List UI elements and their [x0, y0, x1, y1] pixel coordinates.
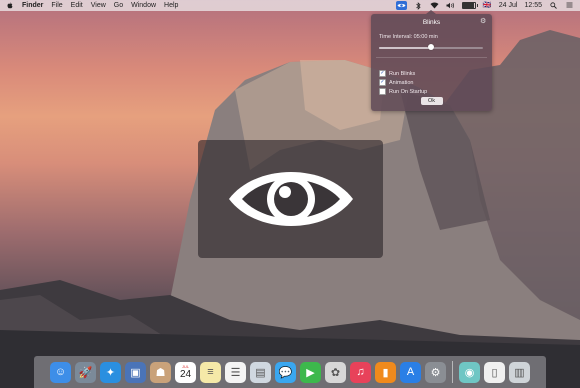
dock-photo[interactable]: ▣ — [125, 361, 146, 383]
dock-photos[interactable]: ✿ — [325, 361, 346, 383]
dock-app-store[interactable]: A — [400, 361, 421, 383]
dock-separator — [452, 361, 453, 383]
menu-help[interactable]: Help — [164, 2, 178, 9]
eye-icon: ◉ — [464, 366, 475, 379]
input-source-flag-icon[interactable]: 🇬🇧 — [483, 2, 492, 10]
run-blinks-checkbox[interactable]: ✓ Run Blinks — [379, 70, 415, 77]
run-blinks-label: Run Blinks — [389, 70, 416, 77]
photo-icon: ▣ — [130, 366, 141, 379]
menu-file[interactable]: File — [51, 2, 62, 9]
battery-level — [462, 3, 474, 8]
dock-calendar[interactable]: JUL 24 — [175, 361, 196, 383]
music-icon: ♫ — [356, 366, 365, 378]
dock-facetime[interactable]: ▶ — [300, 361, 321, 383]
preview-icon: ▤ — [255, 366, 266, 379]
menu-bar: Finder File Edit View Go Window Help 🇬🇧 … — [0, 0, 580, 11]
menu-go[interactable]: Go — [114, 2, 123, 9]
dock-trash[interactable]: ▥ — [509, 361, 530, 383]
dock-document[interactable]: ▯ — [484, 361, 505, 383]
compass-icon: ✦ — [105, 366, 116, 379]
menu-time[interactable]: 12:55 — [524, 2, 542, 9]
animation-checkbox[interactable]: ✓ Animation — [379, 79, 413, 86]
run-on-startup-checkbox[interactable]: Run On Startup — [379, 88, 427, 95]
trash-icon: ▥ — [514, 366, 525, 379]
menu-app-name[interactable]: Finder — [22, 2, 43, 9]
blinks-menu-eye-icon[interactable] — [395, 1, 407, 10]
document-icon: ▯ — [491, 366, 498, 379]
menu-view[interactable]: View — [91, 2, 106, 9]
spotlight-search-icon[interactable] — [549, 1, 558, 10]
dock: ☺ 🚀 ✦ ▣ ☗ JUL 24 ≡ ☰ ▤ 💬 ▶ ✿ ♫ ▮ A ⚙ ◉ ▯ ▥ — [34, 356, 546, 388]
time-interval-label: Time Interval: 05:00 min — [379, 34, 438, 40]
dock-contacts[interactable]: ☗ — [150, 361, 171, 383]
checkbox-box[interactable]: ✓ — [379, 79, 386, 86]
run-on-startup-label: Run On Startup — [389, 88, 428, 95]
messages-icon: 💬 — [278, 366, 293, 379]
dock-preview[interactable]: ▤ — [250, 361, 271, 383]
bluetooth-icon[interactable] — [414, 1, 423, 10]
menu-date[interactable]: 24 Jul — [499, 2, 518, 9]
finder-icon: ☺ — [54, 366, 67, 378]
dock-system-preferences[interactable]: ⚙ — [425, 361, 446, 383]
animation-label: Animation — [389, 79, 414, 86]
dock-launchpad[interactable]: 🚀 — [75, 361, 96, 383]
dock-safari[interactable]: ✦ — [100, 361, 121, 383]
checkbox-box[interactable] — [379, 88, 386, 95]
slider-thumb[interactable] — [428, 44, 434, 50]
calendar-day: 24 — [179, 369, 192, 380]
notes-icon: ≡ — [207, 366, 214, 378]
gear-icon: ⚙ — [430, 366, 441, 379]
checkmark-icon: ✓ — [380, 79, 385, 85]
settings-gear-icon[interactable]: ⚙ — [480, 18, 487, 25]
dock-ibooks[interactable]: ▮ — [375, 361, 396, 383]
dock-notes[interactable]: ≡ — [200, 361, 221, 383]
menu-window[interactable]: Window — [131, 2, 156, 9]
app-store-icon: A — [406, 366, 415, 378]
notification-center-icon[interactable] — [565, 2, 574, 10]
dock-messages[interactable]: 💬 — [275, 361, 296, 383]
popover-arrow — [426, 10, 436, 14]
blink-reminder-overlay — [198, 140, 383, 258]
dock-finder[interactable]: ☺ — [50, 361, 71, 383]
popover-title: Blinks — [422, 19, 441, 26]
facetime-icon: ▶ — [306, 366, 315, 379]
checkmark-icon: ✓ — [380, 70, 385, 76]
contacts-icon: ☗ — [155, 366, 166, 379]
checkbox-box[interactable]: ✓ — [379, 70, 386, 77]
reminders-icon: ☰ — [230, 366, 241, 379]
book-icon: ▮ — [382, 366, 389, 379]
dock-itunes[interactable]: ♫ — [350, 361, 371, 383]
popover-divider — [376, 57, 487, 58]
eye-icon — [228, 172, 353, 226]
slider-fill — [379, 47, 431, 49]
menu-edit[interactable]: Edit — [71, 2, 83, 9]
apple-icon[interactable] — [5, 2, 14, 10]
blinks-popover: Blinks ⚙ Time Interval: 05:00 min ✓ Run … — [371, 10, 492, 111]
dock-blinks[interactable]: ◉ — [459, 361, 480, 383]
battery-icon[interactable] — [461, 2, 478, 9]
ok-button[interactable]: Ok — [420, 97, 443, 105]
volume-icon[interactable] — [446, 2, 455, 10]
time-interval-slider[interactable] — [379, 44, 483, 51]
dock-reminders[interactable]: ☰ — [225, 361, 246, 383]
wifi-icon[interactable] — [430, 2, 439, 10]
photos-icon: ✿ — [330, 366, 341, 379]
rocket-icon: 🚀 — [78, 366, 93, 379]
